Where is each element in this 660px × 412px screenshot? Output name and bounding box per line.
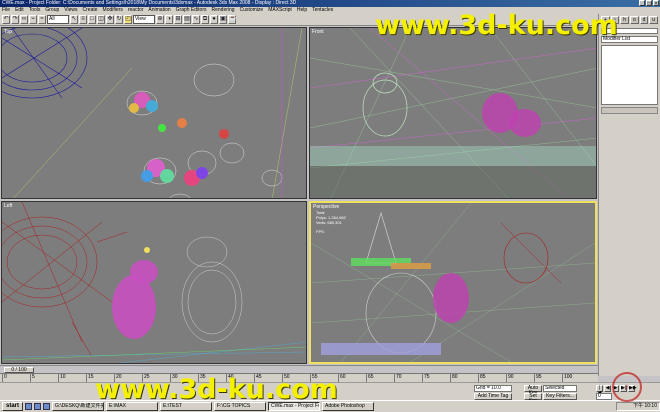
quick-launch-icon[interactable] xyxy=(25,403,33,410)
menu-views[interactable]: Views xyxy=(64,7,77,14)
time-slider-track[interactable]: 0 / 100 xyxy=(0,365,598,373)
key-filters-button[interactable]: Key Filters... xyxy=(543,393,577,400)
menu-help[interactable]: Help xyxy=(297,7,307,14)
create-tab[interactable]: + xyxy=(601,16,610,24)
viewport-perspective[interactable]: Perspective Total Polys: 1,354,982 Verts… xyxy=(309,201,597,364)
rect-select-icon[interactable]: □ xyxy=(88,15,96,24)
viewport-label[interactable]: Left xyxy=(4,203,12,209)
taskbar-item[interactable]: G:\DESKQ\新建文件夹 xyxy=(52,402,105,411)
undo-icon[interactable]: ↶ xyxy=(2,15,10,24)
select-icon[interactable]: ↖ xyxy=(70,15,78,24)
display-tab[interactable]: d xyxy=(639,16,649,24)
minimize-button[interactable]: _ xyxy=(639,0,645,7)
auto-key-button[interactable]: Auto Key xyxy=(524,385,542,396)
stats-verts: Verts: 680,301 xyxy=(316,220,342,225)
watermark-stamp: ◎ xyxy=(612,372,642,402)
menu-tentacles[interactable]: Tentacles xyxy=(312,7,333,14)
front-scene-wireframe xyxy=(310,28,596,198)
stack-controls[interactable] xyxy=(601,107,658,114)
modifier-stack[interactable] xyxy=(601,45,658,105)
system-clock: 下午 10:10 xyxy=(616,402,660,411)
command-panel: + ~ h o d u Modifier List xyxy=(598,14,660,376)
scale-icon[interactable]: ◰ xyxy=(124,15,132,24)
track-bar[interactable]: 0 5 10 15 20 25 30 35 40 45 50 55 60 65 … xyxy=(0,373,598,383)
motion-tab[interactable]: o xyxy=(630,16,639,24)
title-bar: CWE.max - Project Folder: C:\Documents a… xyxy=(0,0,660,7)
app-window: CWE.max - Project Folder: C:\Documents a… xyxy=(0,0,660,412)
key-mode-dropdown[interactable]: Selected xyxy=(543,385,577,392)
mirror-icon[interactable]: ◑ xyxy=(165,15,173,24)
redo-icon[interactable]: ↷ xyxy=(11,15,19,24)
selection-filter-dropdown[interactable]: All xyxy=(47,15,69,24)
menu-tools[interactable]: Tools xyxy=(29,7,41,14)
bind-icon[interactable]: ≈ xyxy=(38,15,46,24)
menu-modifiers[interactable]: Modifiers xyxy=(103,7,123,14)
grid-size: Grid = 10.0 xyxy=(474,385,512,392)
current-frame-field[interactable]: 0 xyxy=(596,393,612,400)
start-button[interactable]: start xyxy=(2,402,24,411)
rotate-icon[interactable]: ↻ xyxy=(115,15,123,24)
reference-coordinate-dropdown[interactable]: View xyxy=(133,15,155,24)
perspective-scene-wireframe xyxy=(311,203,595,362)
align-icon[interactable]: ⊞ xyxy=(174,15,182,24)
viewport-label[interactable]: Top xyxy=(4,29,12,35)
window-crossing-icon[interactable]: ◫ xyxy=(97,15,105,24)
taskbar-item-active[interactable]: CWE.max - Project Fo... xyxy=(268,402,321,411)
main-toolbar: ↶ ↷ ∞ ⌁ ≈ All ↖ ≡ □ ◫ ✥ ↻ ◰ View ⊕ ◑ ⊞ ▤… xyxy=(0,14,600,26)
curve-editor-icon[interactable]: ∿ xyxy=(192,15,200,24)
select-by-name-icon[interactable]: ≡ xyxy=(79,15,87,24)
stats-fps: FPS: xyxy=(316,229,325,234)
utilities-tab[interactable]: u xyxy=(649,16,659,24)
move-icon[interactable]: ✥ xyxy=(106,15,114,24)
modify-tab[interactable]: ~ xyxy=(610,16,620,24)
material-icon[interactable]: ● xyxy=(210,15,218,24)
menu-animation[interactable]: Animation xyxy=(148,7,170,14)
window-controls: _ □ × xyxy=(639,0,659,7)
viewport-left[interactable]: Left xyxy=(1,201,307,364)
quick-launch-icon[interactable] xyxy=(43,403,51,410)
menu-create[interactable]: Create xyxy=(83,7,98,14)
left-scene-wireframe xyxy=(2,202,306,363)
go-to-start-icon[interactable]: |◀ xyxy=(596,385,603,396)
top-scene-wireframe xyxy=(2,28,303,198)
status-bar: Grid = 10.0 Add Time Tag Auto Key Set Ke… xyxy=(0,382,660,404)
taskbar-item[interactable]: E:\TEST xyxy=(160,402,213,411)
window-title: CWE.max - Project Folder: C:\Documents a… xyxy=(2,0,297,6)
add-time-tag-button[interactable]: Add Time Tag xyxy=(474,393,512,400)
menu-reactor[interactable]: reactor xyxy=(128,7,144,14)
menu-maxscript[interactable]: MAXScript xyxy=(268,7,292,14)
menu-customize[interactable]: Customize xyxy=(240,7,264,14)
taskbar-item[interactable]: F:\CG TOPICS xyxy=(214,402,267,411)
taskbar-item[interactable]: E:\MAX xyxy=(106,402,159,411)
render-setup-icon[interactable]: ▣ xyxy=(219,15,227,24)
viewport-label[interactable]: Front xyxy=(312,29,324,35)
windows-taskbar: start G:\DESKQ\新建文件夹 E:\MAX E:\TEST F:\C… xyxy=(0,400,660,412)
viewport-top[interactable]: Top xyxy=(1,27,307,199)
previous-frame-icon[interactable]: ◀ xyxy=(604,385,611,392)
object-name-field[interactable] xyxy=(601,28,658,34)
layer-icon[interactable]: ▤ xyxy=(183,15,191,24)
menu-file[interactable]: File xyxy=(2,7,10,14)
close-button[interactable]: × xyxy=(653,0,659,7)
render-icon[interactable]: ☕ xyxy=(228,15,236,24)
taskbar-item[interactable]: Adobe Photoshop xyxy=(322,402,375,411)
unlink-icon[interactable]: ⌁ xyxy=(29,15,37,24)
set-key-button[interactable]: Set Key xyxy=(524,393,542,404)
hierarchy-tab[interactable]: h xyxy=(620,16,630,24)
modifier-list-dropdown[interactable]: Modifier List xyxy=(601,36,658,43)
viewport-front[interactable]: Front xyxy=(309,27,597,199)
scene-statistics: Total Polys: 1,354,982 Verts: 680,301 FP… xyxy=(316,210,346,234)
command-panel-tabs: + ~ h o d u xyxy=(599,14,660,26)
maximize-button[interactable]: □ xyxy=(646,0,652,7)
menu-rendering[interactable]: Rendering xyxy=(212,7,235,14)
pivot-icon[interactable]: ⊕ xyxy=(156,15,164,24)
link-icon[interactable]: ∞ xyxy=(20,15,28,24)
schematic-icon[interactable]: ⧉ xyxy=(201,15,209,24)
quick-launch-icon[interactable] xyxy=(34,403,42,410)
menu-edit[interactable]: Edit xyxy=(15,7,24,14)
menu-bar: File Edit Tools Group Views Create Modif… xyxy=(0,7,660,14)
menu-graph-editors[interactable]: Graph Editors xyxy=(176,7,207,14)
menu-group[interactable]: Group xyxy=(45,7,59,14)
